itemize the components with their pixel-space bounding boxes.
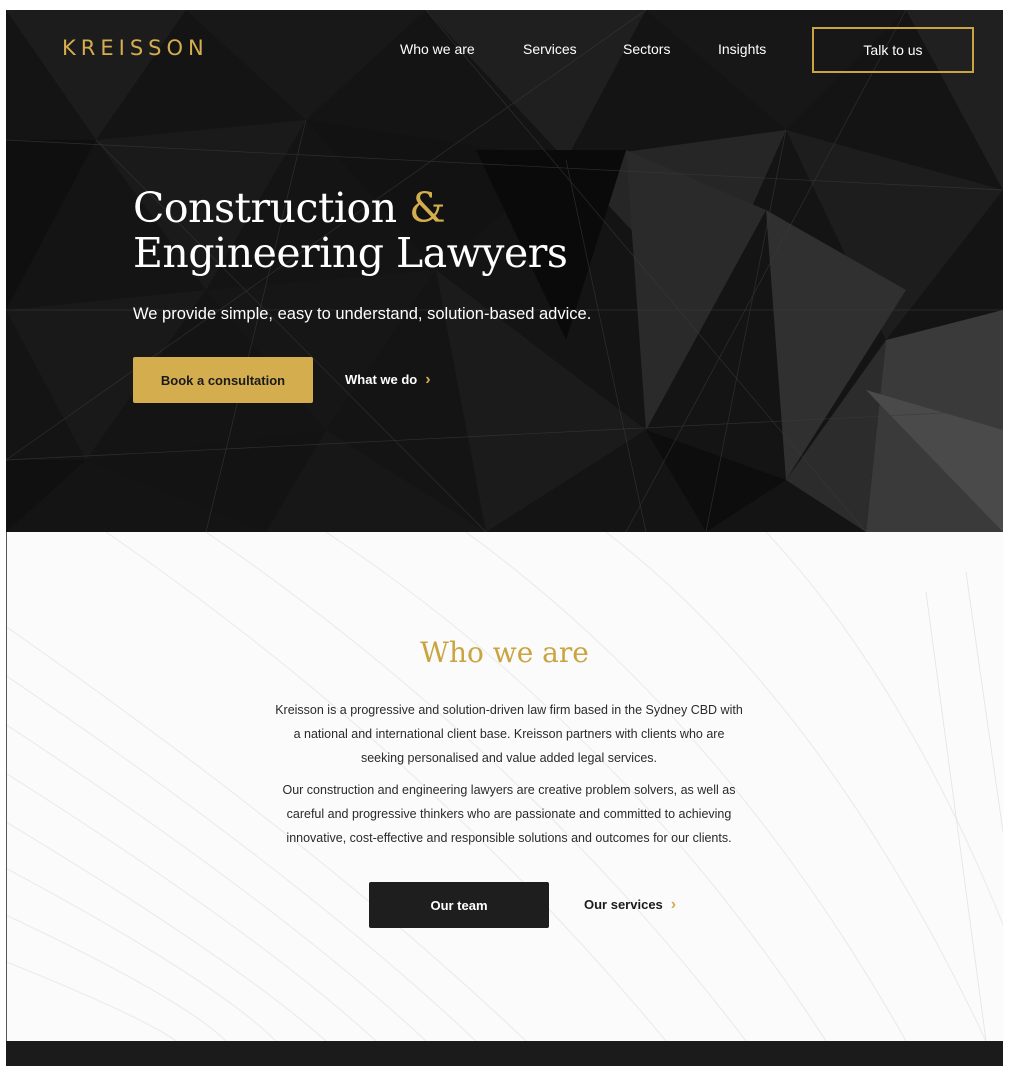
chevron-right-icon: › [425,370,431,388]
hero-title-ampersand: & [409,184,446,232]
hero-title-line1: Construction [133,184,410,232]
what-we-do-label: What we do [345,372,418,387]
chevron-right-icon: › [670,895,677,913]
nav-item-sectors[interactable]: Sectors [623,41,670,57]
hero-subtitle: We provide simple, easy to understand, s… [133,305,592,323]
who-we-are-section: Who we are Kreisson is a progressive and… [6,532,1003,1041]
nav-item-who-we-are[interactable]: Who we are [400,41,475,57]
who-we-are-title: Who we are [420,636,589,669]
nav-item-services[interactable]: Services [523,41,577,57]
left-border-line [6,532,7,1041]
our-services-link[interactable]: Our services › [584,895,677,913]
top-navigation: KREISSON Who we are Services Sectors Ins… [6,10,1003,90]
our-services-label: Our services [584,897,663,912]
nav-item-insights[interactable]: Insights [718,41,766,57]
our-team-button[interactable]: Our team [369,882,549,928]
brand-logo[interactable]: KREISSON [62,36,209,60]
book-consultation-button[interactable]: Book a consultation [133,357,313,403]
what-we-do-link[interactable]: What we do › [345,370,431,388]
hero-title: Construction & Engineering Lawyers [133,184,568,277]
page-frame: KREISSON Who we are Services Sectors Ins… [6,10,1003,1066]
hero-section: KREISSON Who we are Services Sectors Ins… [6,10,1003,532]
hero-title-line2: Engineering Lawyers [133,229,568,277]
who-paragraph-2: Our construction and engineering lawyers… [282,783,736,845]
talk-to-us-button[interactable]: Talk to us [812,27,974,73]
footer-strip [6,1041,1003,1066]
who-paragraph-1: Kreisson is a progressive and solution-d… [275,703,743,765]
